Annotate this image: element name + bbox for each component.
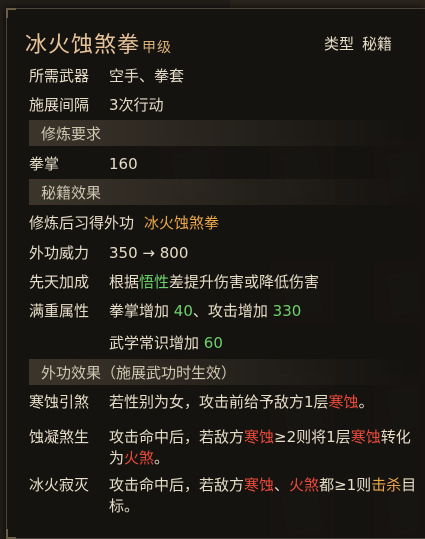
effect-fragment: 。 <box>154 449 170 467</box>
effect-fragment: 。 <box>358 393 374 411</box>
full-value: 40 <box>173 302 193 320</box>
effect-fragment: 攻击命中后，若敌方 <box>109 428 245 446</box>
innate-row: 先天加成 根据悟性差提升伤害或降低伤害 <box>29 271 319 292</box>
effect-text: 若性别为女，攻击前给予敌方1层寒蚀。 <box>109 392 422 413</box>
effect-keyword: 寒蚀 <box>328 393 359 411</box>
effect-fragment: 、 <box>274 476 290 494</box>
external-effect: 寒蚀引煞 若性别为女，攻击前给予敌方1层寒蚀。 <box>29 392 424 414</box>
stat-value: 3次行动 <box>109 96 164 114</box>
skill-type: 类型 秘籍 <box>324 33 392 54</box>
effect-keyword: 火煞 <box>124 449 155 467</box>
full-row: 满重属性 拳掌增加 40、攻击增加 330 <box>29 300 301 321</box>
innate-highlight: 悟性 <box>139 273 170 291</box>
skill-name: 冰火蚀煞拳 <box>25 33 141 58</box>
section-requirements: 修炼要求 <box>29 120 407 146</box>
full-text: 、攻击增加 <box>192 302 273 320</box>
power-key: 外功威力 <box>29 244 90 262</box>
effect-fragment: 若性别为女，攻击前给予敌方1层 <box>109 393 329 411</box>
effect-key: 蚀凝煞生 <box>29 428 90 446</box>
requirement-value: 160 <box>109 155 138 173</box>
requirement-key: 拳掌 <box>29 155 60 173</box>
section-external: 外功效果（施展武功时生效） <box>29 359 407 385</box>
effect-fragment: ≥2则将1层 <box>274 428 351 446</box>
effect-key: 寒蚀引煞 <box>29 393 90 411</box>
skill-grade: 甲级 <box>142 40 173 56</box>
effect-text: 攻击命中后，若敌方寒蚀、火煞都≥1则击杀目标。 <box>109 475 422 517</box>
full-value: 60 <box>203 334 223 352</box>
full-text: 武学常识增加 <box>109 334 204 352</box>
skill-title: 冰火蚀煞拳 甲级 <box>25 27 172 59</box>
corner-ornament <box>6 8 16 18</box>
tooltip-header: 冰火蚀煞拳 甲级 类型 秘籍 <box>25 27 420 61</box>
corner-ornament <box>6 529 16 539</box>
section-effects: 秘籍效果 <box>29 179 407 205</box>
effect-fragment: 攻击命中后，若敌方 <box>109 476 245 494</box>
effect-keyword: 寒蚀 <box>244 428 275 446</box>
power-value: 350 → 800 <box>109 244 189 262</box>
stat-row-interval: 施展间隔 3次行动 <box>29 94 164 115</box>
full-key: 满重属性 <box>29 302 90 320</box>
stat-row-weapon: 所需武器 空手、拳套 <box>29 65 184 86</box>
innate-key: 先天加成 <box>29 273 90 291</box>
full-value: 330 <box>272 302 302 320</box>
stat-key: 施展间隔 <box>29 96 90 114</box>
learn-key: 修炼后习得外功 <box>29 214 135 232</box>
requirement-row: 拳掌 160 <box>29 153 138 174</box>
full-row-2: 武学常识增加 60 <box>109 332 223 353</box>
type-label: 类型 <box>323 35 354 53</box>
effect-fragment: 都≥1则 <box>319 476 372 494</box>
effect-keyword: 寒蚀 <box>350 428 381 446</box>
effect-keyword: 火煞 <box>289 476 320 494</box>
power-row: 外功威力 350 → 800 <box>29 242 188 263</box>
external-effect: 冰火寂灭 攻击命中后，若敌方寒蚀、火煞都≥1则击杀目标。 <box>29 475 424 519</box>
learn-row: 修炼后习得外功 冰火蚀煞拳 <box>29 212 219 233</box>
innate-pre: 根据 <box>109 273 140 291</box>
stat-value: 空手、拳套 <box>109 67 185 85</box>
effect-keyword: 寒蚀 <box>244 476 275 494</box>
effect-text: 攻击命中后，若敌方寒蚀≥2则将1层寒蚀转化为火煞。 <box>109 427 422 469</box>
top-strip <box>230 0 425 8</box>
effect-key: 冰火寂灭 <box>29 476 90 494</box>
external-effect: 蚀凝煞生 攻击命中后，若敌方寒蚀≥2则将1层寒蚀转化为火煞。 <box>29 427 424 471</box>
learn-value: 冰火蚀煞拳 <box>144 214 220 232</box>
effect-keyword: 击杀 <box>371 476 402 494</box>
stat-key: 所需武器 <box>29 67 90 85</box>
skill-tooltip: 冰火蚀煞拳 甲级 类型 秘籍 所需武器 空手、拳套 施展间隔 3次行动 修炼要求 拳掌 1… <box>6 8 425 539</box>
full-text: 拳掌增加 <box>109 302 174 320</box>
type-value: 秘籍 <box>361 35 392 53</box>
innate-post: 差提升伤害或降低伤害 <box>169 273 320 291</box>
